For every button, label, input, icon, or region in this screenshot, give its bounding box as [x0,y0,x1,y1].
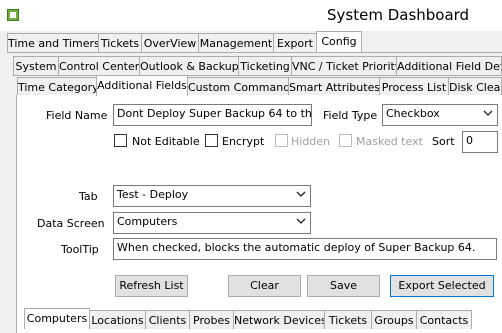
tab-groups[interactable]: Groups [371,310,417,329]
chevron-down-icon [296,191,306,197]
tab-bottom-tickets[interactable]: Tickets [324,310,372,329]
clear-button[interactable]: Clear [228,275,301,297]
tab-time-category[interactable]: Time Category [17,77,97,96]
main-tab-divider [7,52,502,53]
encrypt-label: Encrypt [222,135,265,148]
app-icon [7,9,19,21]
tab-custom-commands[interactable]: Custom Commands [187,77,289,96]
export-selected-button[interactable]: Export Selected [390,275,494,297]
chevron-down-icon [483,110,493,116]
tab-computers[interactable]: Computers [24,308,90,329]
tab-additional-field-defaults[interactable]: Additional Field Defa [396,56,502,75]
data-screen-select[interactable]: Computers [113,212,311,234]
tab-config[interactable]: Config [316,31,362,52]
save-button[interactable]: Save [307,275,380,297]
tab-outlook-backup[interactable]: Outlook & Backup [139,56,239,75]
refresh-list-button[interactable]: Refresh List [115,275,188,297]
tab-system[interactable]: System [13,56,59,75]
tab-control-center[interactable]: Control Center [58,56,140,75]
tab-management[interactable]: Management [198,33,274,52]
chevron-down-icon [296,218,306,224]
tab-clients[interactable]: Clients [145,310,190,329]
tab-disk-clean[interactable]: Disk Clean [448,77,502,96]
config-tab-divider [13,75,502,76]
tab-smart-attributes[interactable]: Smart Attributes [288,77,380,96]
tooltip-label: ToolTip [61,243,99,256]
tab-overview[interactable]: OverView [141,33,199,52]
tab-locations[interactable]: Locations [89,310,146,329]
tab-label: Tab [79,190,98,203]
masked-text-checkbox [339,134,352,147]
field-type-label: Field Type [323,109,378,122]
tab-vnc-ticket-priority[interactable]: VNC / Ticket Priority [291,56,397,75]
encrypt-checkbox[interactable] [205,134,218,147]
hidden-label: Hidden [291,135,331,148]
tab-select-value: Test - Deploy [117,188,189,201]
masked-text-label: Masked text [356,135,423,148]
hidden-checkbox [275,134,288,147]
window-title: System Dashboard [327,6,470,24]
field-name-label: Field Name [46,109,108,122]
tab-tickets[interactable]: Tickets [98,33,142,52]
data-screen-label: Data Screen [37,217,105,230]
tab-contacts[interactable]: Contacts [416,310,472,329]
field-type-select[interactable]: Checkbox [382,104,498,126]
data-screen-value: Computers [117,215,178,228]
tab-probes[interactable]: Probes [189,310,234,329]
sort-label: Sort [432,135,455,148]
tab-process-list[interactable]: Process List [379,77,449,96]
tab-network-devices[interactable]: Network Devices [233,310,325,329]
tab-select[interactable]: Test - Deploy [113,185,311,207]
tab-additional-fields[interactable]: Additional Fields [96,75,188,96]
tooltip-input[interactable]: When checked, blocks the automatic deplo… [113,238,497,260]
sort-input[interactable]: 0 [462,131,498,153]
not-editable-checkbox[interactable] [114,134,127,147]
not-editable-label: Not Editable [132,135,200,148]
tab-time-and-timers[interactable]: Time and Timers [7,33,99,52]
tab-ticketing[interactable]: Ticketing [238,56,292,75]
field-type-value: Checkbox [386,107,440,120]
tab-export[interactable]: Export [273,33,317,52]
title-bar: System Dashboard [0,0,502,31]
field-name-input[interactable]: Dont Deploy Super Backup 64 to this wo [113,104,312,126]
